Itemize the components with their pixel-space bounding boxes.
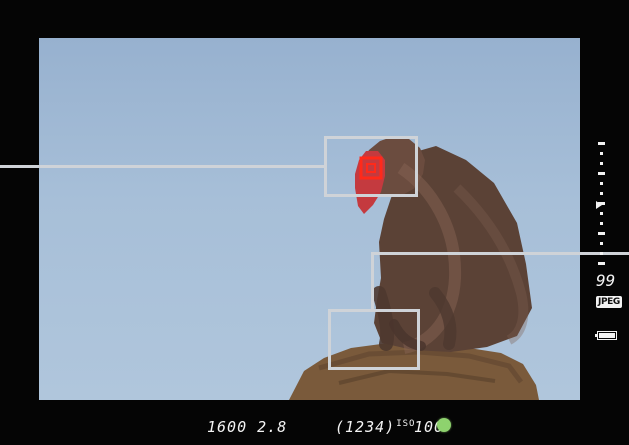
live-image (39, 38, 580, 400)
scale-tick (600, 192, 603, 195)
scale-tick (600, 252, 603, 255)
scale-tick (598, 172, 605, 175)
scale-tick (600, 162, 603, 165)
callout-line-lower-horizontal (371, 252, 629, 255)
callout-box-upper (324, 136, 418, 197)
image-format-badge: JPEG (596, 296, 622, 308)
battery-icon (595, 331, 617, 340)
callout-box-lower (328, 309, 420, 370)
scale-tick (598, 262, 605, 265)
scale-tick (600, 242, 603, 245)
shots-remaining: 99 (596, 271, 616, 290)
buffer-count: (1234) (335, 418, 396, 436)
callout-line-lower-vertical (371, 252, 374, 309)
shutter-aperture-readout: 1600 2.8 (207, 418, 288, 436)
buffer-shots-readout: (1234)ISO (335, 418, 415, 436)
scale-tick (600, 212, 603, 215)
iso-label: ISO (396, 419, 416, 429)
scale-tick (600, 182, 603, 185)
scale-tick (600, 222, 603, 225)
scale-tick (600, 152, 603, 155)
exposure-pointer-icon (596, 201, 602, 209)
scale-tick (598, 232, 605, 235)
scale-tick (598, 142, 605, 145)
exposure-level-scale (595, 142, 609, 268)
callout-line-upper (0, 165, 324, 168)
camera-viewfinder: 1600 2.8 (1234)ISO 100 99 JPEG (0, 0, 629, 445)
focus-confirmation-dot (437, 418, 451, 432)
battery-fill (599, 333, 615, 338)
monkey-scene (289, 136, 539, 400)
